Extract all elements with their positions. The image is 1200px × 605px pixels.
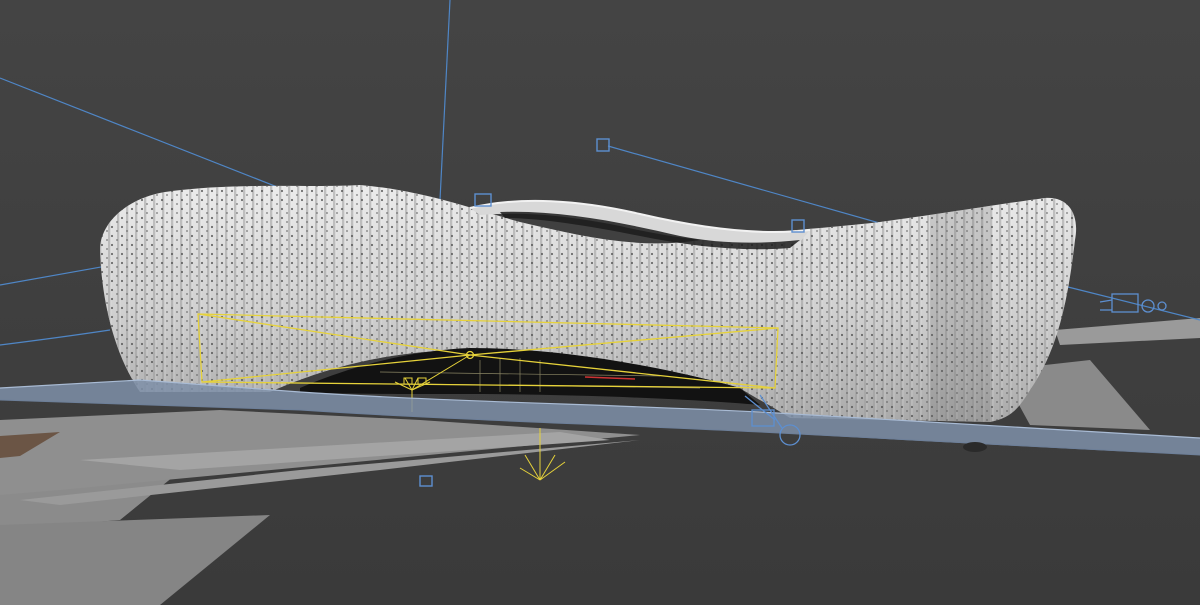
site-object — [963, 442, 987, 452]
viewport-canvas[interactable] — [0, 0, 1200, 605]
light-target-icon[interactable] — [419, 475, 433, 487]
3d-viewport[interactable] — [0, 0, 1200, 605]
light-target-icon[interactable] — [596, 138, 610, 152]
